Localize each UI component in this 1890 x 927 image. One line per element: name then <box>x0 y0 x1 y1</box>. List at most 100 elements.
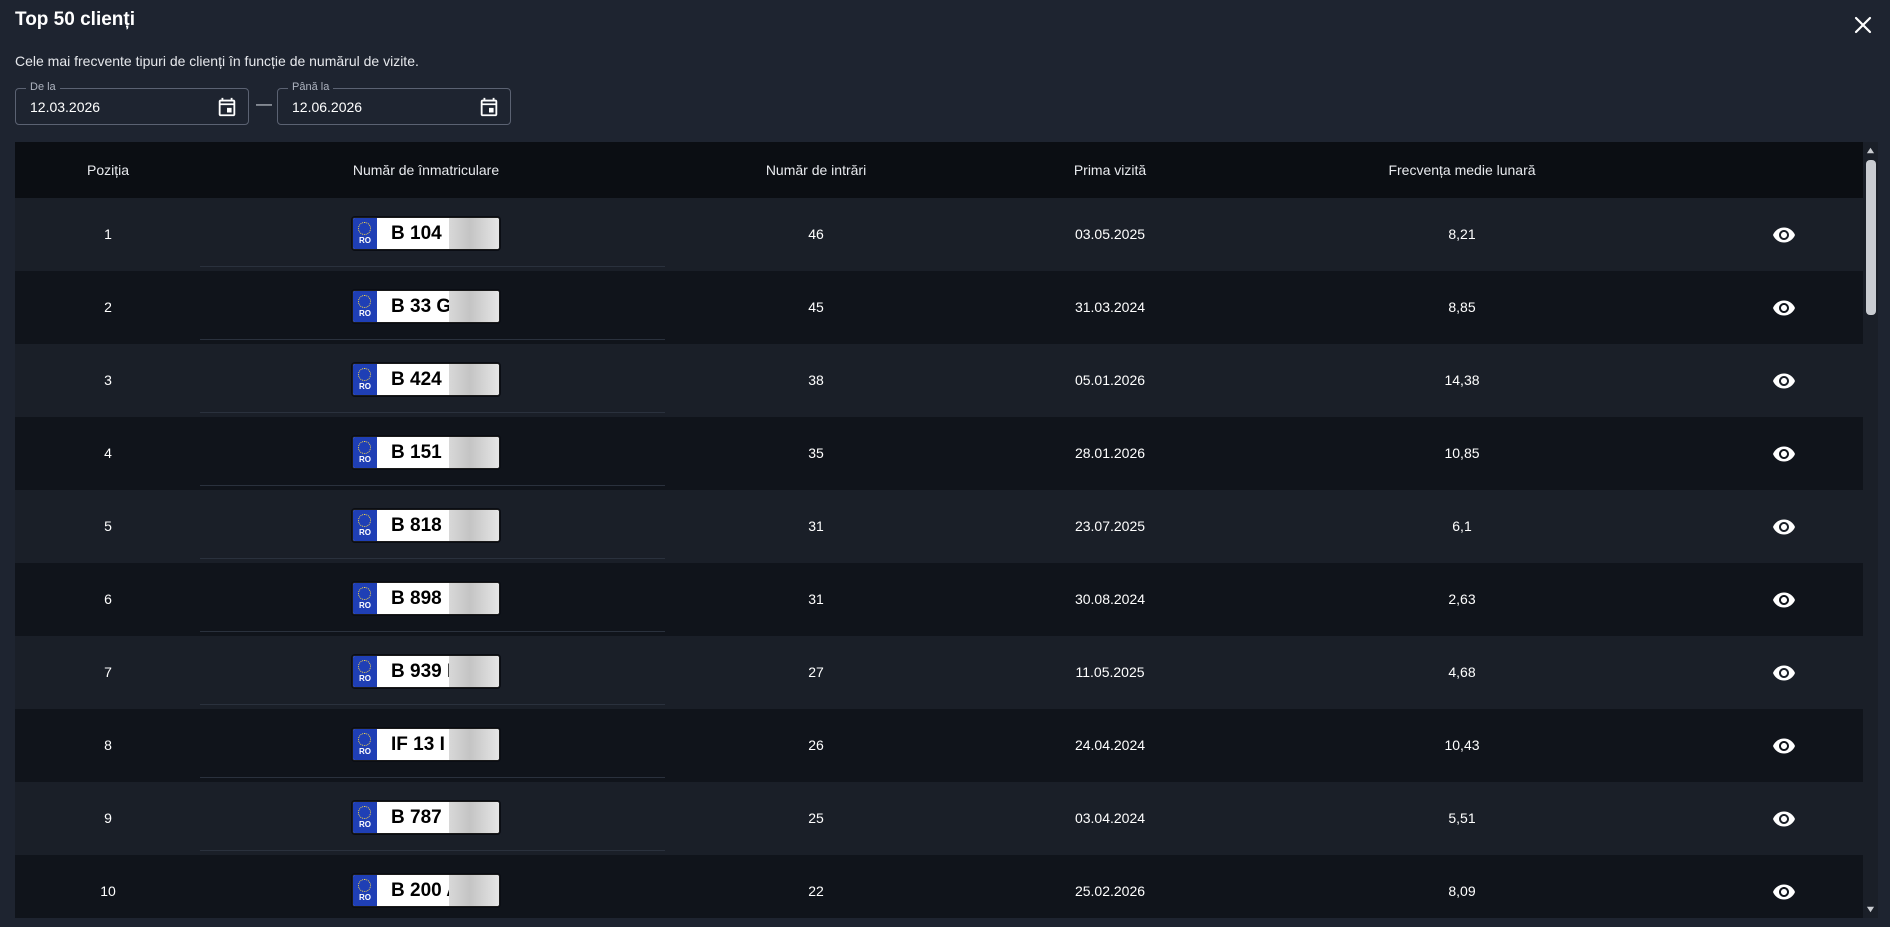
license-plate[interactable]: RO B 424 <box>351 362 501 397</box>
plate-redaction <box>449 437 499 468</box>
calendar-icon[interactable] <box>216 96 238 118</box>
table-row[interactable]: 8 26 24.04.2024 10,43 RO IF 13 I <box>15 709 1863 782</box>
eye-icon[interactable] <box>1772 880 1796 904</box>
close-icon[interactable] <box>1852 14 1874 36</box>
scrollbar-thumb[interactable] <box>1866 160 1876 315</box>
plate-number: B 151 <box>391 442 442 463</box>
plate-country-code: RO <box>359 528 371 537</box>
top-clients-dialog: Top 50 clienți Cele mai frecvente tipuri… <box>0 0 1890 927</box>
date-range-separator: — <box>256 96 272 113</box>
eu-flag-icon: RO <box>353 364 377 395</box>
eu-flag-icon: RO <box>353 218 377 249</box>
plate-country-code: RO <box>359 601 371 610</box>
eu-flag-icon: RO <box>353 656 377 687</box>
table-row[interactable]: 6 31 30.08.2024 2,63 RO B 898 <box>15 563 1863 636</box>
table-row[interactable]: 7 27 11.05.2025 4,68 RO B 939 I <box>15 636 1863 709</box>
row-divider <box>200 631 665 632</box>
plate-country-code: RO <box>359 820 371 829</box>
plate-redaction <box>449 583 499 614</box>
plate-body: RO B 33 G <box>352 290 500 323</box>
table-header: Poziția Număr de înmatriculare Număr de … <box>15 142 1863 198</box>
plate-body: RO B 818 <box>352 509 500 542</box>
scroll-down-arrow-icon[interactable] <box>1866 905 1875 914</box>
cell-first-visit: 30.08.2024 <box>1074 591 1146 607</box>
eye-icon[interactable] <box>1772 588 1796 612</box>
date-to-field[interactable]: Până la 12.06.2026 <box>277 81 511 125</box>
eye-icon[interactable] <box>1772 515 1796 539</box>
eu-stars-icon <box>358 587 371 600</box>
license-plate[interactable]: RO B 939 I <box>351 654 501 689</box>
eu-stars-icon <box>358 222 371 235</box>
eye-icon[interactable] <box>1772 661 1796 685</box>
table-row[interactable]: 4 35 28.01.2026 10,85 RO B 151 <box>15 417 1863 490</box>
date-to-label: Până la <box>288 81 334 93</box>
plate-body: RO B 939 I <box>352 655 500 688</box>
cell-entries: 22 <box>808 883 824 899</box>
cell-position: 6 <box>104 591 112 607</box>
plate-body: RO B 898 <box>352 582 500 615</box>
eu-flag-icon: RO <box>353 510 377 541</box>
date-from-label: De la <box>26 81 60 93</box>
eu-stars-icon <box>358 295 371 308</box>
table-row[interactable]: 1 46 03.05.2025 8,21 RO B 104 <box>15 198 1863 271</box>
dialog-title: Top 50 clienți <box>15 9 136 30</box>
plate-body: RO B 424 <box>352 363 500 396</box>
plate-country-code: RO <box>359 455 371 464</box>
eye-icon[interactable] <box>1772 734 1796 758</box>
cell-monthly-frequency: 5,51 <box>1448 810 1476 826</box>
cell-monthly-frequency: 8,85 <box>1448 299 1476 315</box>
eu-stars-icon <box>358 733 371 746</box>
eye-icon[interactable] <box>1772 223 1796 247</box>
cell-entries: 31 <box>808 591 824 607</box>
plate-number: B 104 <box>391 223 442 244</box>
eye-icon[interactable] <box>1772 296 1796 320</box>
date-to-value[interactable]: 12.06.2026 <box>292 99 362 115</box>
plate-country-code: RO <box>359 674 371 683</box>
cell-entries: 26 <box>808 737 824 753</box>
date-from-field[interactable]: De la 12.03.2026 <box>15 81 249 125</box>
plate-country-code: RO <box>359 236 371 245</box>
column-header-position[interactable]: Poziția <box>87 142 129 198</box>
dialog-subtitle: Cele mai frecvente tipuri de clienți în … <box>15 53 419 69</box>
table-row[interactable]: 2 45 31.03.2024 8,85 RO B 33 G <box>15 271 1863 344</box>
cell-monthly-frequency: 6,1 <box>1452 518 1472 534</box>
calendar-icon[interactable] <box>478 96 500 118</box>
license-plate[interactable]: RO B 787 <box>351 800 501 835</box>
column-header-monthly-frequency[interactable]: Frecvența medie lunară <box>1388 142 1535 198</box>
eye-icon[interactable] <box>1772 442 1796 466</box>
license-plate[interactable]: RO B 818 <box>351 508 501 543</box>
scrollbar[interactable] <box>1863 142 1878 918</box>
license-plate[interactable]: RO B 104 <box>351 216 501 251</box>
cell-first-visit: 11.05.2025 <box>1075 664 1145 680</box>
table-row[interactable]: 3 38 05.01.2026 14,38 RO B 424 <box>15 344 1863 417</box>
cell-monthly-frequency: 10,43 <box>1444 737 1480 753</box>
cell-entries: 27 <box>808 664 824 680</box>
plate-body: RO B 200 A <box>352 874 500 907</box>
cell-monthly-frequency: 8,09 <box>1448 883 1476 899</box>
plate-redaction <box>449 364 499 395</box>
plate-number: B 787 <box>391 807 442 828</box>
cell-position: 4 <box>104 445 112 461</box>
table-row[interactable]: 9 25 03.04.2024 5,51 RO B 787 <box>15 782 1863 855</box>
license-plate[interactable]: RO IF 13 I <box>351 727 501 762</box>
license-plate[interactable]: RO B 200 A <box>351 873 501 908</box>
eye-icon[interactable] <box>1772 369 1796 393</box>
column-header-entries[interactable]: Număr de intrări <box>766 142 866 198</box>
cell-first-visit: 28.01.2026 <box>1074 445 1146 461</box>
license-plate[interactable]: RO B 33 G <box>351 289 501 324</box>
column-header-plate[interactable]: Număr de înmatriculare <box>353 142 499 198</box>
table-row[interactable]: 5 31 23.07.2025 6,1 RO B 818 <box>15 490 1863 563</box>
cell-first-visit: 25.02.2026 <box>1074 883 1146 899</box>
plate-country-code: RO <box>359 382 371 391</box>
column-header-first-visit[interactable]: Prima vizită <box>1074 142 1146 198</box>
eu-stars-icon <box>358 879 371 892</box>
table-row[interactable]: 10 22 25.02.2026 8,09 RO B 200 A <box>15 855 1863 918</box>
cell-first-visit: 24.04.2024 <box>1074 737 1146 753</box>
eu-flag-icon: RO <box>353 729 377 760</box>
eye-icon[interactable] <box>1772 807 1796 831</box>
license-plate[interactable]: RO B 151 <box>351 435 501 470</box>
scroll-up-arrow-icon[interactable] <box>1866 146 1875 155</box>
license-plate[interactable]: RO B 898 <box>351 581 501 616</box>
date-from-value[interactable]: 12.03.2026 <box>30 99 100 115</box>
eu-stars-icon <box>358 514 371 527</box>
